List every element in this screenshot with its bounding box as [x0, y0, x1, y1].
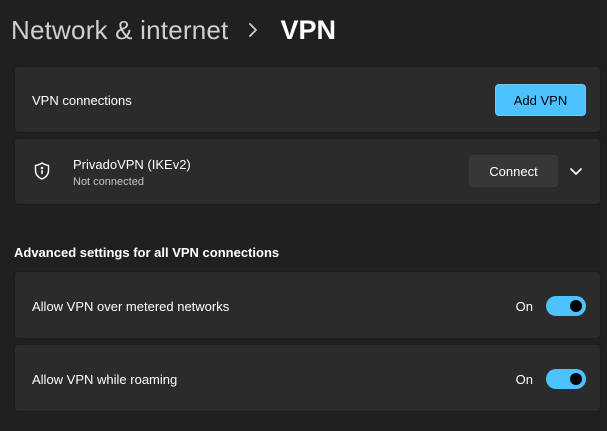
vpn-item-card[interactable]: PrivadoVPN (IKEv2) Not connected Connect — [14, 138, 601, 205]
breadcrumb-network-internet[interactable]: Network & internet — [11, 15, 228, 46]
vpn-connections-label: VPN connections — [32, 93, 132, 108]
vpn-status: Not connected — [73, 176, 144, 188]
chevron-right-icon — [240, 17, 266, 43]
setting-roaming-label: Allow VPN while roaming — [32, 372, 178, 387]
page-title: VPN — [280, 14, 336, 45]
roaming-toggle[interactable] — [546, 369, 586, 389]
breadcrumb: Network & internet VPN — [11, 10, 336, 50]
settings-page: Network & internet VPN VPN connections A… — [0, 0, 607, 431]
vpn-name: PrivadoVPN (IKEv2) — [73, 157, 191, 172]
connect-button[interactable]: Connect — [469, 155, 558, 187]
setting-roaming-state: On — [515, 372, 533, 387]
vpn-connections-card: VPN connections Add VPN — [14, 66, 601, 133]
add-vpn-button[interactable]: Add VPN — [495, 84, 586, 116]
toggle-knob — [570, 373, 582, 385]
setting-roaming-card: Allow VPN while roaming On — [14, 344, 601, 412]
setting-metered-state: On — [515, 299, 533, 314]
shield-icon — [32, 161, 52, 181]
toggle-knob — [570, 300, 582, 312]
setting-metered-label: Allow VPN over metered networks — [32, 299, 230, 314]
setting-metered-card: Allow VPN over metered networks On — [14, 271, 601, 339]
metered-toggle[interactable] — [546, 296, 586, 316]
advanced-settings-heading: Advanced settings for all VPN connection… — [14, 245, 280, 260]
chevron-down-icon[interactable] — [564, 159, 588, 183]
